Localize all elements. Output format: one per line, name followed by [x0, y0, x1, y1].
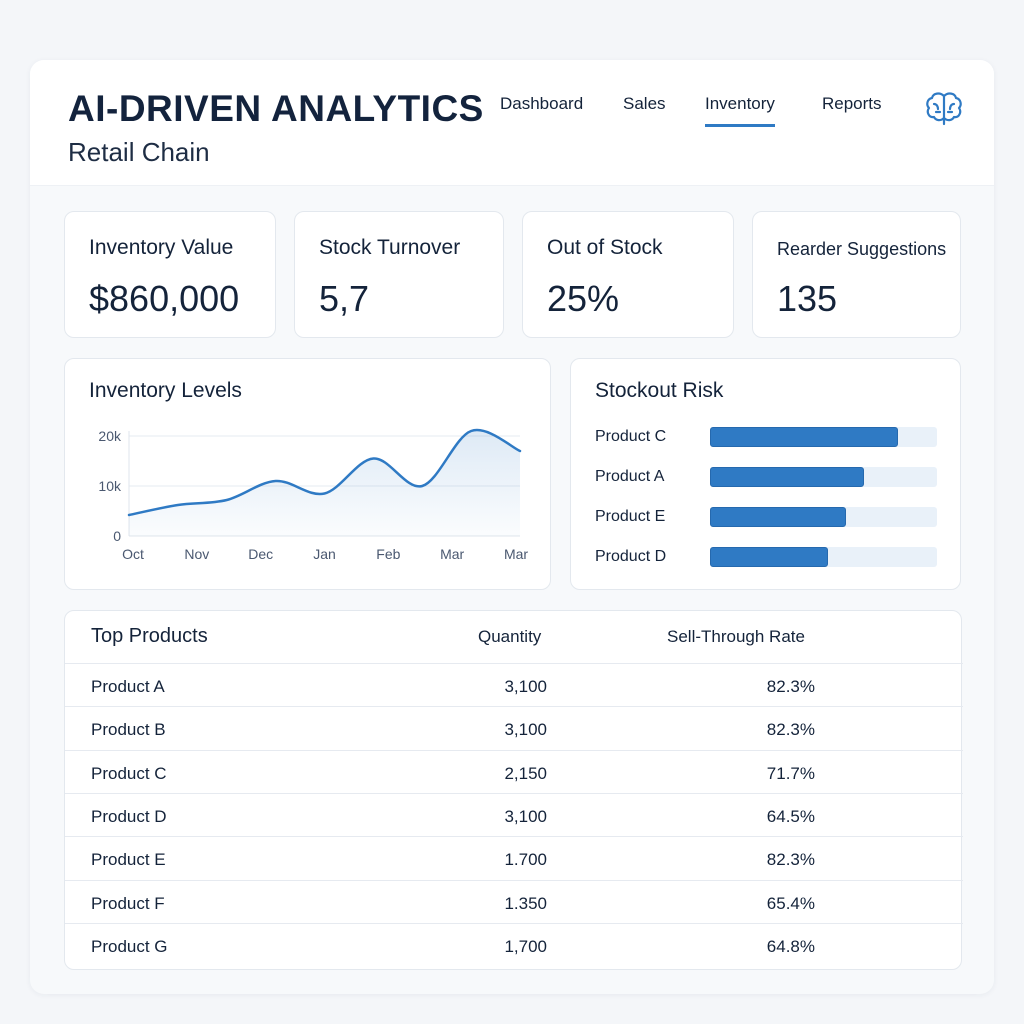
table-row[interactable]: Product E 1.700 82.3%: [65, 836, 963, 879]
sell-through-cell: 65.4%: [766, 893, 815, 913]
product-name: Product F: [91, 893, 165, 913]
x-tick-label: Mar: [504, 546, 528, 562]
nav-inventory[interactable]: Inventory: [705, 94, 775, 127]
y-tick-label: 20k: [98, 428, 122, 444]
sell-through-cell: 64.8%: [766, 936, 815, 956]
quantity-cell: 3,100: [504, 720, 547, 740]
table-row[interactable]: Product F 1.350 65.4%: [65, 879, 963, 923]
risk-label: Product A: [595, 468, 665, 485]
product-name: Product D: [91, 806, 167, 826]
table-row[interactable]: Product G 1,700 64.8%: [65, 922, 963, 966]
risk-bar[interactable]: [710, 427, 899, 447]
risk-label: Product C: [595, 428, 667, 445]
stockout-risk-panel: Stockout Risk Product C Product A Product …: [570, 358, 961, 590]
y-tick-label: 0: [113, 528, 121, 544]
kpi-card-stock-turnover[interactable]: Stock Turnover 5,7: [294, 211, 504, 338]
header: AI-DRIVEN ANALYTICS Retail Chain Dashboa…: [30, 60, 994, 186]
kpi-value: 135: [777, 278, 838, 319]
sell-through-cell: 82.3%: [766, 720, 815, 740]
table-row[interactable]: Product D 3,100 64.5%: [65, 792, 963, 836]
risk-label: Product E: [595, 508, 666, 525]
table-row[interactable]: Product C 2,150 71.7%: [65, 749, 963, 793]
quantity-cell: 1,700: [504, 936, 547, 956]
sell-through-cell: 64.5%: [766, 806, 815, 826]
risk-label: Product D: [595, 548, 667, 565]
risk-bar-track: [710, 467, 937, 487]
area-fill: [129, 430, 520, 536]
quantity-cell: 2,150: [504, 763, 547, 783]
kpi-label: Stock Turnover: [319, 236, 461, 259]
inventory-levels-panel: Inventory Levels 20k 10k 0 Oct Nov Dec Jan Feb M…: [64, 358, 551, 590]
kpi-card-inventory-value[interactable]: Inventory Value $860,000: [64, 211, 276, 338]
quantity-cell: 1.350: [504, 893, 547, 913]
app-title: AI-DRIVEN ANALYTICS: [68, 88, 484, 129]
nav-sales[interactable]: Sales: [623, 94, 666, 124]
nav-reports[interactable]: Reports: [822, 94, 882, 124]
risk-bar-track: [710, 547, 937, 567]
quantity-cell: 3,100: [504, 806, 547, 826]
risk-bar-track: [710, 427, 937, 447]
product-name: Product E: [91, 850, 166, 870]
kpi-label: Inventory Value: [89, 236, 234, 259]
quantity-cell: 3,100: [504, 677, 547, 696]
nav-dashboard[interactable]: Dashboard: [500, 94, 583, 124]
table-row[interactable]: Product A 3,100 82.3%: [65, 663, 963, 706]
x-tick-label: Nov: [184, 546, 209, 562]
sell-through-cell: 71.7%: [766, 763, 815, 783]
kpi-card-reorder-suggestions[interactable]: Rearder Suggestions 135: [752, 211, 961, 338]
column-header-sell-through-rate[interactable]: Sell-Through Rate: [667, 627, 805, 647]
kpi-card-out-of-stock[interactable]: Out of Stock 25%: [522, 211, 734, 338]
x-tick-label: Feb: [376, 546, 400, 562]
sell-through-cell: 82.3%: [766, 677, 815, 696]
top-products-table: Top Products Quantity Sell-Through Rate …: [64, 610, 963, 970]
risk-bar[interactable]: [710, 467, 865, 487]
x-tick-label: Jan: [313, 546, 336, 562]
kpi-value: $860,000: [89, 278, 240, 319]
brain-icon[interactable]: [924, 90, 964, 126]
x-tick-label: Mar: [440, 546, 464, 562]
inventory-levels-chart: 20k 10k 0Oct Nov Dec Jan Feb Mar Mar: [98, 428, 528, 562]
column-header-quantity[interactable]: Quantity: [478, 627, 541, 647]
product-name: Product C: [91, 763, 167, 783]
kpi-value: 5,7: [319, 278, 370, 319]
product-name: Product A: [91, 677, 165, 696]
panel-title: Stockout Risk: [595, 379, 724, 402]
risk-bar[interactable]: [710, 507, 847, 527]
x-tick-label: Dec: [248, 546, 273, 562]
y-tick-label: 10k: [98, 478, 122, 494]
product-name: Product G: [91, 936, 168, 956]
kpi-value: 25%: [547, 278, 620, 319]
sell-through-cell: 82.3%: [766, 850, 815, 870]
quantity-cell: 1.700: [504, 850, 547, 870]
app-subtitle: Retail Chain: [68, 137, 210, 167]
kpi-label: Rearder Suggestions: [777, 239, 947, 259]
product-name: Product B: [91, 720, 166, 740]
table-title: Top Products: [91, 625, 208, 647]
table-row[interactable]: Product B 3,100 82.3%: [65, 706, 963, 749]
kpi-label: Out of Stock: [547, 236, 663, 259]
risk-bar-track: [710, 507, 937, 527]
risk-bar[interactable]: [710, 547, 829, 567]
x-tick-label: Oct: [122, 546, 144, 562]
